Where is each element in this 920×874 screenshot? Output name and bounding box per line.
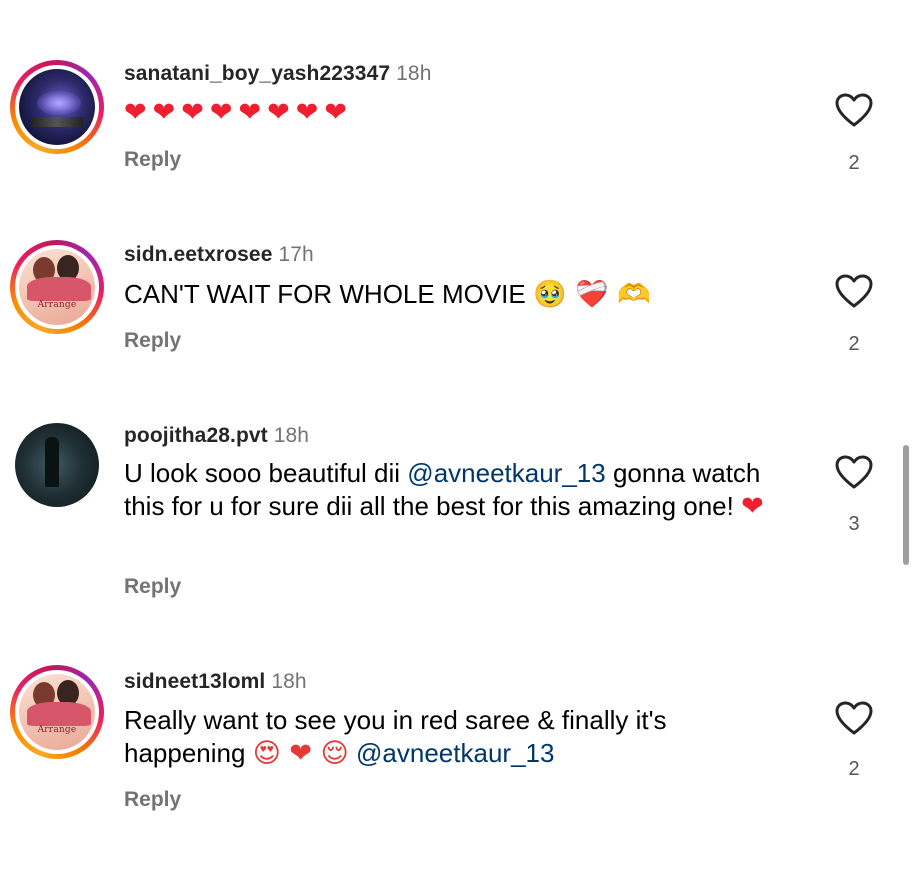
reply-button[interactable]: Reply bbox=[124, 148, 181, 172]
comment-text: ❤❤❤❤❤❤❤❤ bbox=[124, 96, 774, 129]
comment-time: 18h bbox=[396, 62, 432, 85]
comment-text: U look sooo beautiful dii @avneetkaur_13… bbox=[124, 457, 784, 523]
comment-time: 18h bbox=[271, 670, 307, 693]
comment-body-text: U look sooo beautiful dii bbox=[124, 458, 401, 488]
comment-username[interactable]: poojitha28.pvt 18h bbox=[124, 424, 309, 448]
like-count: 2 bbox=[848, 333, 860, 355]
comment-emojis: 🥹 ❤️‍🩹 🫶 bbox=[532, 279, 651, 310]
avatar[interactable] bbox=[10, 60, 104, 154]
username-text[interactable]: poojitha28.pvt bbox=[124, 424, 268, 447]
avatar-poster-text: Arrange bbox=[37, 300, 77, 310]
avatar[interactable] bbox=[10, 418, 104, 512]
reply-button[interactable]: Reply bbox=[124, 329, 181, 353]
comment-username[interactable]: sidneet13loml 18h bbox=[124, 670, 307, 694]
heart-outline-icon[interactable] bbox=[834, 700, 874, 736]
comment-emojis: 😍 ❤ 😌 bbox=[252, 738, 349, 769]
like-count: 2 bbox=[848, 152, 860, 174]
avatar-image: Arrange bbox=[19, 249, 95, 325]
comment-text: Really want to see you in red saree & fi… bbox=[124, 704, 784, 770]
comment-username[interactable]: sidn.eetxrosee 17h bbox=[124, 243, 314, 267]
username-text[interactable]: sanatani_boy_yash223347 bbox=[124, 62, 390, 85]
heart-emoji: ❤ bbox=[741, 491, 764, 522]
comment-text: CAN'T WAIT FOR WHOLE MOVIE 🥹 ❤️‍🩹 🫶 bbox=[124, 278, 774, 311]
comment-username[interactable]: sanatani_boy_yash223347 18h bbox=[124, 62, 431, 86]
username-text[interactable]: sidneet13loml bbox=[124, 670, 265, 693]
comment-time: 18h bbox=[273, 424, 310, 447]
comment-body-text: CAN'T WAIT FOR WHOLE MOVIE bbox=[124, 279, 526, 309]
comment-time: 17h bbox=[278, 243, 314, 266]
scrollbar[interactable] bbox=[903, 445, 909, 565]
like-count: 2 bbox=[848, 758, 860, 780]
heart-emojis: ❤❤❤❤❤❤❤❤ bbox=[124, 97, 353, 128]
heart-outline-icon[interactable] bbox=[834, 273, 874, 309]
avatar-poster-text: Arrange bbox=[37, 725, 77, 735]
mention-link[interactable]: @avneetkaur_13 bbox=[356, 738, 554, 768]
avatar-image: Arrange bbox=[19, 674, 95, 750]
avatar-image bbox=[19, 69, 95, 145]
heart-outline-icon[interactable] bbox=[834, 92, 874, 128]
reply-button[interactable]: Reply bbox=[124, 788, 181, 812]
avatar[interactable]: Arrange bbox=[10, 665, 104, 759]
avatar-image bbox=[15, 423, 99, 507]
like-count: 3 bbox=[848, 513, 860, 535]
reply-button[interactable]: Reply bbox=[124, 575, 181, 599]
avatar[interactable]: Arrange bbox=[10, 240, 104, 334]
mention-link[interactable]: @avneetkaur_13 bbox=[407, 458, 605, 488]
username-text[interactable]: sidn.eetxrosee bbox=[124, 243, 272, 266]
heart-outline-icon[interactable] bbox=[834, 454, 874, 490]
